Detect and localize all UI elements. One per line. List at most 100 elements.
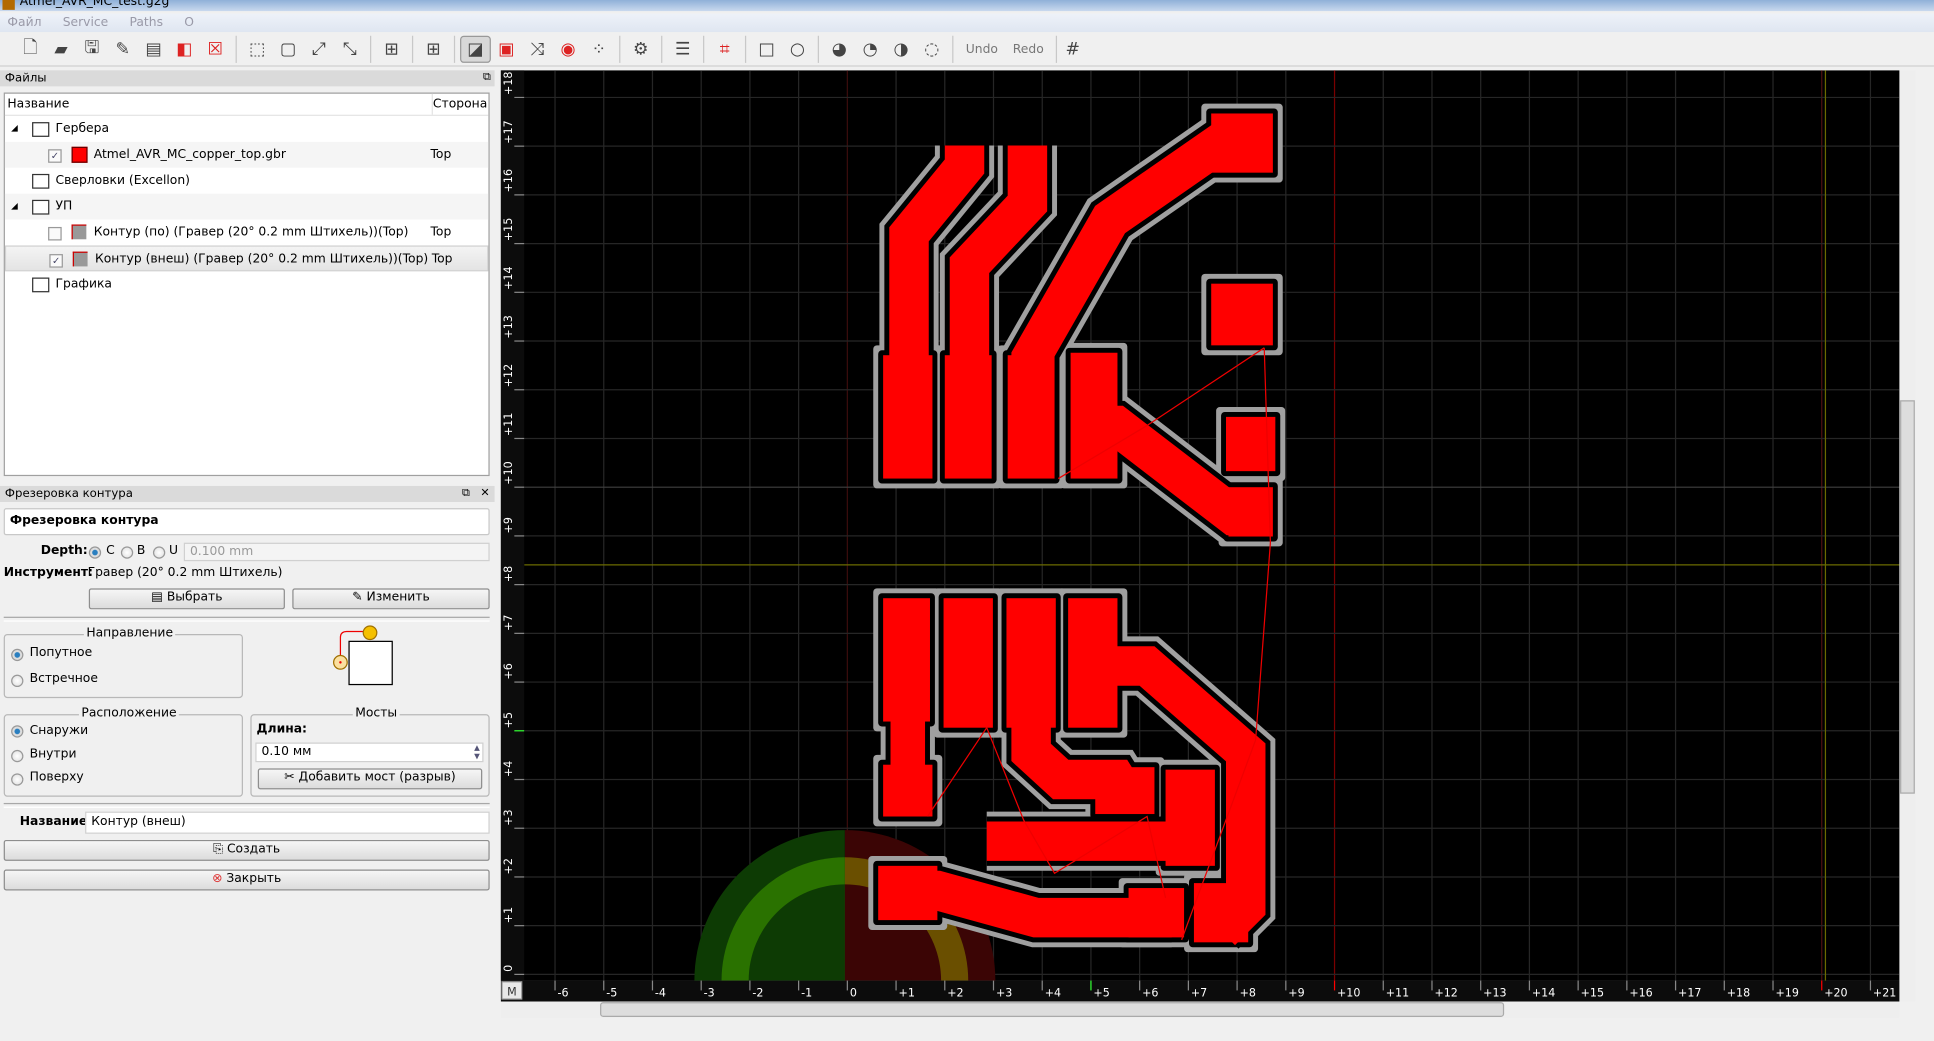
menu-paths[interactable]: Paths <box>129 16 163 30</box>
side-on-radio[interactable] <box>11 773 24 786</box>
zoom-fit-button[interactable]: ⬚ <box>242 36 273 63</box>
rectangle-button[interactable]: □ <box>751 36 782 63</box>
y-tick-label: +15 <box>502 218 515 241</box>
pad <box>1128 888 1185 938</box>
close-all-button[interactable]: ☒ <box>200 36 231 63</box>
horizontal-scroll-thumb[interactable] <box>600 1002 1505 1017</box>
tree-item-label: Контур (по) (Гравер (20° 0.2 mm Штихель)… <box>93 225 409 240</box>
depth-radio-u[interactable] <box>152 546 166 559</box>
expand-arrow-icon[interactable]: ◢ <box>11 116 18 142</box>
close-red-icon: ◧ <box>176 39 193 60</box>
bridges-title: Мосты <box>352 706 400 721</box>
column-side-header[interactable]: Сторона <box>431 93 487 115</box>
zoom-out-icon: ⤡ <box>342 39 357 60</box>
pocket-tool-button[interactable]: ▣ <box>491 36 522 63</box>
tree-row[interactable]: Сверловки (Excellon) <box>5 168 488 194</box>
circle-button[interactable]: ○ <box>782 36 813 63</box>
intersection-icon: ◌ <box>924 39 940 60</box>
tree-row[interactable]: Контур (по) (Гравер (20° 0.2 mm Штихель)… <box>5 220 488 246</box>
depth-c-label: C <box>106 543 115 558</box>
zoom-page-button[interactable]: ▢ <box>273 36 304 63</box>
close-red-button[interactable]: ◧ <box>169 36 200 63</box>
visibility-checkbox[interactable]: ✓ <box>48 149 62 163</box>
visibility-checkbox[interactable]: ✓ <box>49 254 63 268</box>
menu-file[interactable]: Файл <box>7 16 41 30</box>
direction-climb-radio[interactable] <box>11 648 24 662</box>
autoplace-button[interactable]: ⚙ <box>625 36 656 63</box>
bridges-group: Мосты Длина: 0.10 мм ▲ ▼ ✂ Добавить мост (… <box>250 706 490 797</box>
x-tick-label: +4 <box>1045 987 1061 1000</box>
depth-radio-c[interactable] <box>88 546 102 559</box>
depth-radio-b[interactable] <box>120 546 134 559</box>
union-button[interactable]: ◕ <box>824 36 855 63</box>
save-all-button[interactable]: ▤ <box>138 36 169 63</box>
toolbar-group: ⬚ ▢ ⤢ ⤡ <box>237 35 372 63</box>
voronoi-tool-button[interactable]: ⁘ <box>583 36 614 63</box>
graphics-view[interactable]: 0+1+2+3+4+5+6+7+8+9+10+11+12+13+14+15+16… <box>500 70 1917 1020</box>
side-outside-radio[interactable] <box>11 725 24 738</box>
float-icon[interactable]: ⧉ <box>462 486 470 502</box>
snap-grid-icon[interactable]: # <box>1057 36 1088 63</box>
difference-button[interactable]: ◔ <box>855 36 886 63</box>
redo-button[interactable]: Redo <box>1005 43 1051 57</box>
tree-item-label: Графика <box>55 277 112 292</box>
save-as-button[interactable]: ✎ <box>107 36 138 63</box>
open-file-button[interactable]: ▰ <box>46 36 77 63</box>
vertical-scroll-thumb[interactable] <box>1900 400 1915 794</box>
intersection-button[interactable]: ◌ <box>916 36 947 63</box>
pad <box>883 764 933 817</box>
side-inside-radio[interactable] <box>11 749 24 763</box>
menu-o[interactable]: O <box>184 16 194 30</box>
profile-tool-button[interactable]: ◪ <box>460 35 491 63</box>
create-button[interactable]: ⎘ Создать <box>3 839 490 861</box>
pad <box>890 690 926 778</box>
direction-conventional-radio[interactable] <box>11 674 24 688</box>
float-icon[interactable]: ⧉ <box>483 70 491 86</box>
new-file-button[interactable]: 🗋 <box>15 36 46 63</box>
x-tick-label: +9 <box>1288 987 1304 1000</box>
tree-row[interactable]: Графика <box>5 271 488 297</box>
close-icon[interactable]: ✕ <box>480 486 489 502</box>
gcode-properties-button[interactable]: ☰ <box>667 36 698 63</box>
save-button[interactable]: 🖫 <box>76 36 107 63</box>
tree-row[interactable]: ✓ Контур (внеш) (Гравер (20° 0.2 mm Штихе… <box>4 245 489 272</box>
save-icon: 🖫 <box>84 38 100 58</box>
zoom-out-button[interactable]: ⤡ <box>334 36 365 63</box>
ruler-units-label: M <box>507 985 517 998</box>
x-tick-label: +5 <box>1093 987 1109 1000</box>
add-bridge-button[interactable]: ✂ Добавить мост (разрыв) <box>257 768 483 790</box>
pocket-tool-icon: ▣ <box>498 39 515 60</box>
close-button[interactable]: ⊗ Закрыть <box>3 869 490 891</box>
x-tick-label: +2 <box>947 987 963 1000</box>
edit-tool-button[interactable]: ✎ Изменить <box>292 588 490 610</box>
exclusion-button[interactable]: ◑ <box>886 36 917 63</box>
bridge-length-input[interactable]: 0.10 мм ▲ ▼ <box>255 742 484 763</box>
drill-tool-button[interactable]: ◉ <box>553 36 584 63</box>
expand-arrow-icon[interactable]: ◢ <box>11 194 18 220</box>
tree-row[interactable]: ◢ УП <box>4 193 489 220</box>
select-tool-button[interactable]: ▤ Выбрать <box>88 588 285 610</box>
y-tick-label: +13 <box>502 315 515 338</box>
name-input[interactable]: Контур (внеш) <box>85 811 490 834</box>
toolbar-group: ☰ <box>662 35 705 63</box>
tree-row[interactable]: ◢ Гербера <box>5 116 488 142</box>
new-file-icon: 🗋 <box>23 38 38 58</box>
menu-bar: Файл Service Paths O <box>0 13 1934 33</box>
x-tick-label: +1 <box>899 987 915 1000</box>
depth-input[interactable]: 0.100 mm <box>183 542 490 562</box>
spin-arrows-icon[interactable]: ▲ ▼ <box>474 744 480 761</box>
pad <box>878 865 938 921</box>
menu-service[interactable]: Service <box>63 16 109 30</box>
tree-row[interactable]: ✓ Atmel_AVR_MC_copper_top.gbr Top <box>4 141 489 168</box>
x-tick-label: -4 <box>655 987 666 1000</box>
visibility-checkbox[interactable] <box>48 226 62 241</box>
column-name-header[interactable]: Название <box>7 94 69 115</box>
undo-button[interactable]: Undo <box>958 43 1005 57</box>
zoom-selection-button[interactable]: ⊞ <box>376 36 407 63</box>
x-tick-label: +11 <box>1386 987 1409 1000</box>
zoom-in-button[interactable]: ⤢ <box>303 36 334 63</box>
x-tick-label: +14 <box>1532 987 1555 1000</box>
thermal-tool-button[interactable]: ⤨ <box>522 36 553 63</box>
pcb-bounds-button[interactable]: ⌗ <box>709 36 740 63</box>
select-all-button[interactable]: ⊞ <box>418 36 449 63</box>
